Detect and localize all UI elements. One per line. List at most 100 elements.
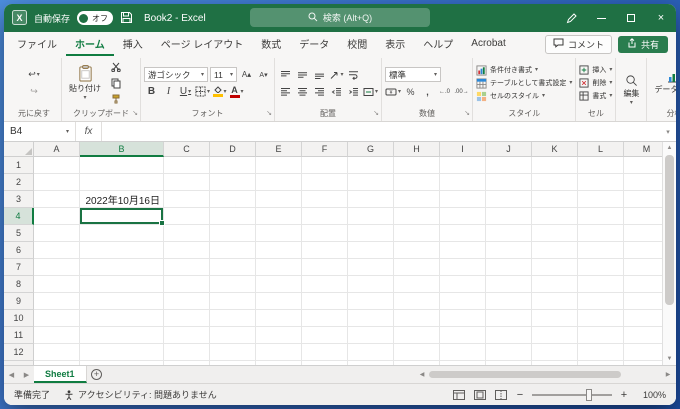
- cell-F12[interactable]: [302, 344, 348, 361]
- align-center-button[interactable]: [295, 84, 310, 99]
- cell-C3[interactable]: [164, 191, 210, 208]
- format-as-table-button[interactable]: テーブルとして書式設定▾: [476, 77, 572, 90]
- cell-D10[interactable]: [210, 310, 256, 327]
- cell-D3[interactable]: [210, 191, 256, 208]
- row-header-11[interactable]: 11: [4, 327, 34, 344]
- cell-B12[interactable]: [80, 344, 164, 361]
- row-header-5[interactable]: 5: [4, 225, 34, 242]
- column-header-J[interactable]: J: [486, 142, 532, 157]
- increase-decimal-button[interactable]: ←.0: [437, 84, 452, 99]
- ribbon-tab-ファイル[interactable]: ファイル: [8, 32, 66, 56]
- cell-C5[interactable]: [164, 225, 210, 242]
- wrap-text-button[interactable]: [346, 67, 361, 82]
- cell-M2[interactable]: [624, 174, 662, 191]
- cell-H6[interactable]: [394, 242, 440, 259]
- bold-button[interactable]: B: [144, 84, 159, 99]
- cell-I1[interactable]: [440, 157, 486, 174]
- cell-D5[interactable]: [210, 225, 256, 242]
- cell-E10[interactable]: [256, 310, 302, 327]
- increase-font-icon[interactable]: A▴: [239, 67, 254, 82]
- save-icon[interactable]: [120, 11, 133, 26]
- new-sheet-button[interactable]: +: [87, 366, 107, 383]
- cell-K5[interactable]: [532, 225, 578, 242]
- cell-G7[interactable]: [348, 259, 394, 276]
- cell-C11[interactable]: [164, 327, 210, 344]
- cell-B7[interactable]: [80, 259, 164, 276]
- cell-I4[interactable]: [440, 208, 486, 225]
- row-header-12[interactable]: 12: [4, 344, 34, 361]
- orientation-button[interactable]: ▾: [329, 67, 344, 82]
- cell-J[interactable]: [486, 361, 532, 365]
- cell-D8[interactable]: [210, 276, 256, 293]
- cell-K11[interactable]: [532, 327, 578, 344]
- currency-format-button[interactable]: ¥▾: [385, 84, 401, 99]
- cell-F1[interactable]: [302, 157, 348, 174]
- cell-J3[interactable]: [486, 191, 532, 208]
- zoom-out-button[interactable]: −: [515, 389, 525, 401]
- cell-I7[interactable]: [440, 259, 486, 276]
- font-color-button[interactable]: A▾: [229, 84, 244, 99]
- cell-A[interactable]: [34, 361, 80, 365]
- cell-E8[interactable]: [256, 276, 302, 293]
- font-dialog-launcher[interactable]: ↘: [266, 108, 272, 120]
- cell-M3[interactable]: [624, 191, 662, 208]
- cell-M12[interactable]: [624, 344, 662, 361]
- cell-M7[interactable]: [624, 259, 662, 276]
- cell-C9[interactable]: [164, 293, 210, 310]
- scroll-up-icon[interactable]: ▲: [663, 142, 676, 154]
- cell-L8[interactable]: [578, 276, 624, 293]
- horizontal-scroll-track[interactable]: [428, 370, 662, 380]
- cell-K1[interactable]: [532, 157, 578, 174]
- borders-button[interactable]: ▾: [195, 84, 210, 99]
- normal-view-button[interactable]: [452, 389, 466, 401]
- cell-E12[interactable]: [256, 344, 302, 361]
- cell-G[interactable]: [348, 361, 394, 365]
- decrease-decimal-button[interactable]: .00→: [454, 84, 469, 99]
- cell-A3[interactable]: [34, 191, 80, 208]
- cell-B11[interactable]: [80, 327, 164, 344]
- cell-K8[interactable]: [532, 276, 578, 293]
- cell-H10[interactable]: [394, 310, 440, 327]
- cell-F6[interactable]: [302, 242, 348, 259]
- cell-L[interactable]: [578, 361, 624, 365]
- cell-A7[interactable]: [34, 259, 80, 276]
- cell-G9[interactable]: [348, 293, 394, 310]
- zoom-in-button[interactable]: +: [619, 389, 629, 401]
- select-all-corner[interactable]: [4, 142, 34, 157]
- cell-K7[interactable]: [532, 259, 578, 276]
- cell-K3[interactable]: [532, 191, 578, 208]
- cell-B4[interactable]: [80, 208, 164, 225]
- cell-C2[interactable]: [164, 174, 210, 191]
- cell-K6[interactable]: [532, 242, 578, 259]
- cell-M9[interactable]: [624, 293, 662, 310]
- cell-L12[interactable]: [578, 344, 624, 361]
- cell-G1[interactable]: [348, 157, 394, 174]
- cell-H1[interactable]: [394, 157, 440, 174]
- scroll-right-icon[interactable]: ▶: [662, 371, 674, 378]
- percent-format-button[interactable]: %: [403, 84, 418, 99]
- cell-K2[interactable]: [532, 174, 578, 191]
- cell-E5[interactable]: [256, 225, 302, 242]
- cell-F10[interactable]: [302, 310, 348, 327]
- ribbon-tab-ホーム[interactable]: ホーム: [66, 32, 114, 56]
- cell-E4[interactable]: [256, 208, 302, 225]
- cell-D[interactable]: [210, 361, 256, 365]
- cell-A9[interactable]: [34, 293, 80, 310]
- row-header-10[interactable]: 10: [4, 310, 34, 327]
- cell-I3[interactable]: [440, 191, 486, 208]
- insert-cells-button[interactable]: 挿入▾: [579, 64, 612, 77]
- cell-B9[interactable]: [80, 293, 164, 310]
- cell-A5[interactable]: [34, 225, 80, 242]
- cell-D6[interactable]: [210, 242, 256, 259]
- cell-M[interactable]: [624, 361, 662, 365]
- copy-button[interactable]: [108, 76, 123, 91]
- column-header-D[interactable]: D: [210, 142, 256, 157]
- cell-L3[interactable]: [578, 191, 624, 208]
- cell-H3[interactable]: [394, 191, 440, 208]
- cell-G4[interactable]: [348, 208, 394, 225]
- cell-F[interactable]: [302, 361, 348, 365]
- horizontal-scroll-thumb[interactable]: [429, 371, 621, 378]
- cell-E[interactable]: [256, 361, 302, 365]
- cell-L4[interactable]: [578, 208, 624, 225]
- cell-C10[interactable]: [164, 310, 210, 327]
